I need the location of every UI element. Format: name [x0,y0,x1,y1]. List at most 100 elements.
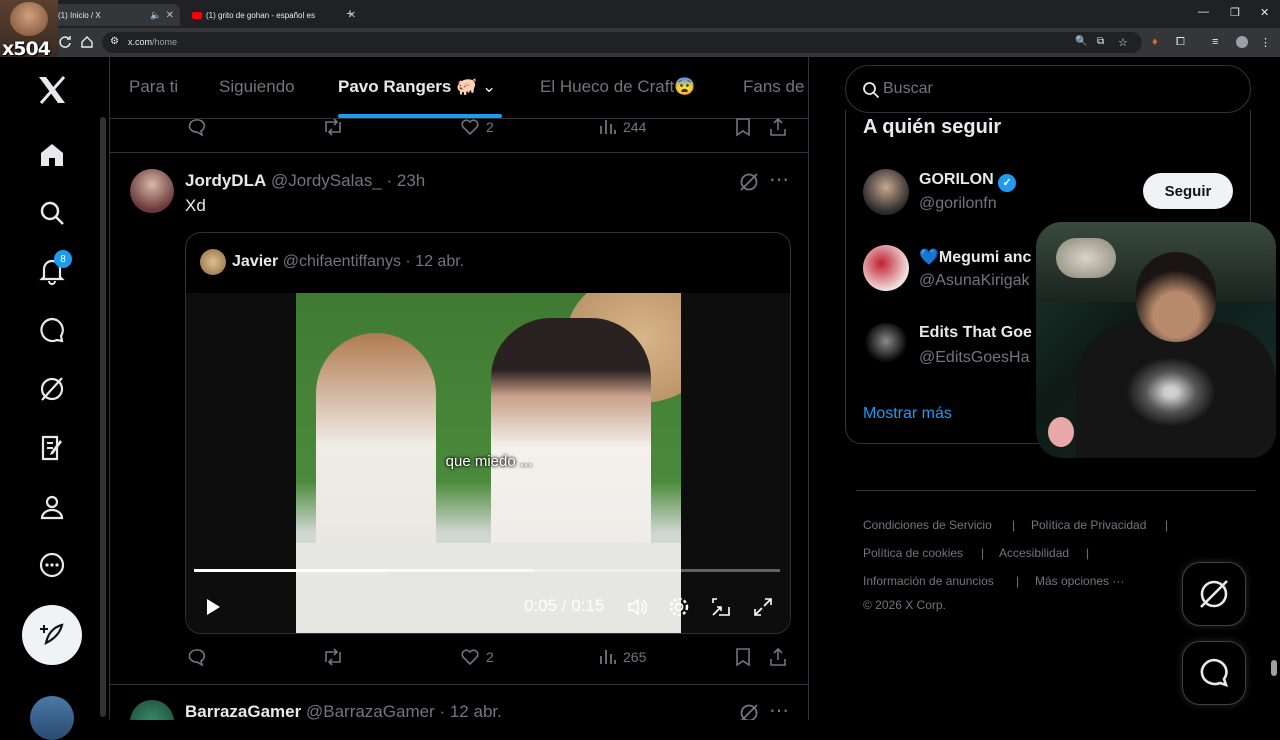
lists-icon[interactable] [36,432,68,464]
footer-link-ads-info[interactable]: Información de anuncios [863,574,994,588]
bookmark-icon[interactable] [734,117,752,137]
fullscreen-icon[interactable] [752,596,774,618]
home-browser-icon[interactable] [80,35,94,49]
play-icon[interactable] [202,596,224,618]
footer-link-privacy[interactable]: Política de Privacidad [1031,518,1146,532]
tweet-author[interactable]: JordyDLA @JordySalas_ · 23h [185,171,425,191]
zoom-icon[interactable]: 🔍 [1075,36,1087,48]
bookmark-icon[interactable] [734,647,752,667]
tweet-time[interactable]: · 12 abr. [439,702,501,720]
video-progress-bar[interactable] [194,569,780,572]
x-logo-icon[interactable] [36,74,68,106]
star-icon[interactable]: ☆ [1118,36,1130,49]
suggested-user-name[interactable]: 💙Megumi anc [919,247,1031,267]
tab-fans-de[interactable]: Fans de [743,77,804,97]
more-icon[interactable] [36,549,68,581]
avatar[interactable] [130,169,174,213]
like-button[interactable]: 2 [460,647,494,667]
like-button[interactable]: 2 [460,117,494,137]
share-icon[interactable] [768,647,788,667]
suggested-user-handle[interactable]: @EditsGoesHa [919,349,1030,367]
site-info-icon[interactable]: ⚙ [110,36,119,47]
suggested-user-name[interactable]: GORILON ✓ [919,171,1017,192]
grok-icon[interactable] [36,373,68,405]
tab-para-ti[interactable]: Para ti [129,77,178,97]
profile-browser-icon[interactable] [1236,36,1248,48]
footer-link-terms[interactable]: Condiciones de Servicio [863,518,992,532]
more-options-icon[interactable]: ⋯ [769,167,789,192]
close-window-icon[interactable]: ✕ [1260,6,1269,19]
grok-fab-button[interactable] [1182,562,1246,626]
show-more-link[interactable]: Mostrar más [863,405,952,423]
follow-button[interactable]: Seguir [1143,173,1233,209]
home-icon[interactable] [36,139,68,171]
quote-author-handle[interactable]: @chifaentiffanys [283,253,401,271]
volume-icon[interactable] [626,596,648,618]
avatar[interactable] [863,245,909,291]
grok-icon[interactable] [738,171,760,193]
media-icon[interactable]: ≡ [1212,36,1224,48]
url-text[interactable]: x.com/home [128,37,177,47]
chat-icon[interactable] [36,314,68,346]
page-scrollbar[interactable] [1271,660,1277,676]
avatar[interactable] [130,700,174,720]
post-button[interactable] [22,605,82,665]
maximize-icon[interactable]: ❐ [1230,6,1240,19]
suggested-user-name[interactable]: Edits That Goe [919,324,1032,342]
url-field[interactable] [102,32,1142,53]
share-icon[interactable] [768,117,788,137]
video-player[interactable]: que miedo ... 0:05 / 0:15 [186,293,790,633]
extensions-icon[interactable]: ⧠ [1176,36,1188,48]
quote-time[interactable]: · 12 abr. [405,253,464,271]
views-button[interactable]: 244 [597,117,646,137]
settings-icon[interactable] [668,596,690,618]
profile-icon[interactable] [36,491,68,523]
chevron-down-icon[interactable]: ⌄ [482,77,496,96]
close-tab-icon[interactable]: ✕ [166,10,174,21]
tweet-time[interactable]: · 23h [387,171,426,190]
menu-icon[interactable]: ⋮ [1260,36,1272,49]
quote-avatar[interactable] [200,249,226,275]
reload-icon[interactable] [58,35,72,49]
footer-link-cookies[interactable]: Política de cookies [863,546,963,560]
avatar[interactable] [863,323,909,369]
browser-tab-x[interactable]: (1) Inicio / X 🔈 ✕ [48,4,180,26]
tab-el-hueco-de-craft[interactable]: El Hueco de Craft😨 [540,77,695,97]
browser-tab-youtube[interactable]: (1) grito de gohan - español es ✕ [186,4,362,26]
new-tab-button[interactable]: + [346,5,354,21]
suggested-user-handle[interactable]: @AsunaKirigak [919,272,1030,290]
tweet-author[interactable]: BarrazaGamer @BarrazaGamer · 12 abr. [185,702,502,720]
author-name[interactable]: BarrazaGamer [185,702,301,720]
quoted-tweet[interactable]: Javier @chifaentiffanys · 12 abr. que mi… [185,232,791,634]
divider [110,152,808,153]
footer-link-more-options[interactable]: Más opciones ··· [1035,574,1124,588]
suggested-user-handle[interactable]: @gorilonfn [919,195,997,213]
author-handle[interactable]: @JordySalas_ [271,171,382,190]
views-button[interactable]: 265 [597,647,646,667]
repost-icon[interactable] [322,647,344,667]
search-icon[interactable] [36,197,68,229]
translate-icon[interactable]: ⧉ [1097,36,1109,48]
tab-pavo-rangers[interactable]: Pavo Rangers 🐖 ⌄ [338,77,496,97]
more-options-icon[interactable]: ⋯ [769,698,789,720]
quote-author-name[interactable]: Javier [232,253,278,271]
left-scrollbar[interactable] [100,117,106,717]
messages-fab-button[interactable] [1182,641,1246,705]
grok-icon[interactable] [738,702,760,720]
repost-icon[interactable] [322,117,344,137]
extension-brave-icon[interactable]: ♦ [1152,36,1164,48]
streamer-head-image [1136,252,1216,342]
reply-icon[interactable] [186,647,206,667]
footer-link-accessibility[interactable]: Accesibilidad [999,546,1069,560]
account-avatar[interactable] [30,696,74,740]
tab-siguiendo[interactable]: Siguiendo [219,77,295,97]
minimize-icon[interactable]: — [1198,6,1209,18]
pip-icon[interactable] [710,596,732,618]
grok-icon [1200,580,1228,608]
author-handle[interactable]: @BarrazaGamer [306,702,435,720]
reply-icon[interactable] [186,117,206,137]
speaker-icon[interactable]: 🔈 [150,10,161,21]
author-name[interactable]: JordyDLA [185,171,266,190]
avatar[interactable] [863,169,909,215]
pig-sticker-image [1048,417,1074,447]
